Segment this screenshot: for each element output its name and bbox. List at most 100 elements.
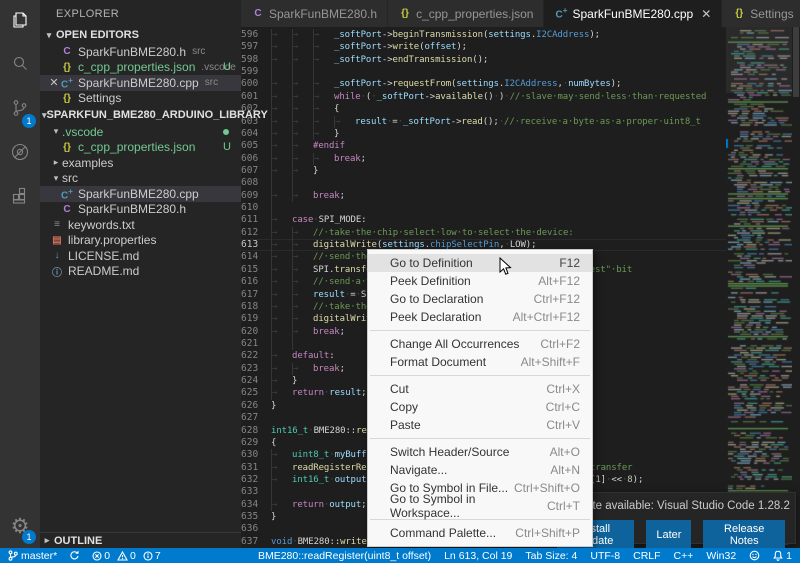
line-number: 631	[241, 462, 271, 474]
status-c[interactable]: C++	[674, 550, 694, 562]
tab-settings[interactable]: {}Settings	[722, 0, 800, 27]
later-button[interactable]: Later	[646, 520, 691, 550]
tab-whitespace: →	[271, 474, 292, 486]
status-branch[interactable]: master*	[8, 550, 57, 562]
status-bme280-readregister-uint8-t-offset[interactable]: BME280::readRegister(uint8_t offset)	[258, 550, 431, 562]
code-line-610[interactable]: 610→	[241, 202, 800, 214]
props-file-icon: ▤	[50, 235, 64, 246]
menu-item-format-document[interactable]: Format DocumentAlt+Shift+F	[368, 353, 592, 371]
code-line-611[interactable]: 611→case·SPI_MODE:	[241, 214, 800, 226]
code-line-607[interactable]: 607→→}	[241, 165, 800, 177]
menu-item-switch-header-source[interactable]: Switch Header/SourceAlt+O	[368, 443, 592, 461]
tab-sparkfunbme280-cpp[interactable]: C+SparkFunBME280.cpp✕	[544, 0, 722, 27]
open-editor-sparkfunbme280-h[interactable]: CSparkFunBME280.hsrc	[40, 44, 241, 60]
open-editor-sparkfunbme280-cpp[interactable]: ✕C+SparkFunBME280.cppsrc	[40, 75, 241, 91]
tree-item-readme-md[interactable]: ⓘREADME.md	[40, 264, 241, 280]
code-line-600[interactable]: 600→→→_softPort->requestFrom(settings.I2…	[241, 78, 800, 90]
tab-whitespace: →	[271, 66, 292, 78]
vertical-scrollbar[interactable]	[792, 27, 800, 548]
code-line-605[interactable]: 605→→#endif	[241, 140, 800, 152]
tab-whitespace: →	[271, 449, 292, 461]
tree-item-src[interactable]: ▾src	[40, 171, 241, 187]
code-line-612[interactable]: 612→→//·take·the·chip·select·low·to·sele…	[241, 227, 800, 239]
close-icon[interactable]: ✕	[701, 7, 711, 21]
cpp-file-icon: C+	[60, 76, 74, 90]
status-bell[interactable]: 1	[773, 550, 792, 562]
status-ln-613-col-19[interactable]: Ln 613, Col 19	[444, 550, 512, 562]
tree-item-sparkfunbme280-h[interactable]: CSparkFunBME280.h	[40, 202, 241, 218]
menu-item-go-to-declaration[interactable]: Go to DeclarationCtrl+F12	[368, 290, 592, 308]
menu-item-label: Format Document	[390, 355, 486, 369]
activity-extensions-icon[interactable]	[0, 176, 40, 220]
code-line-602[interactable]: 602→→→{	[241, 103, 800, 115]
menu-item-copy[interactable]: CopyCtrl+C	[368, 398, 592, 416]
menu-item-shortcut: F12	[559, 256, 580, 270]
tab-whitespace: →	[292, 177, 313, 189]
code-line-599[interactable]: 599→→→	[241, 66, 800, 78]
tab-whitespace: →	[271, 103, 292, 115]
tab-c-cpp-properties-json[interactable]: {}c_cpp_properties.json	[388, 0, 544, 27]
tab-whitespace: →	[292, 239, 313, 251]
menu-item-paste[interactable]: PasteCtrl+V	[368, 416, 592, 434]
minimap[interactable]	[726, 27, 792, 548]
minimap-viewport[interactable]	[726, 27, 792, 93]
tab-sparkfunbme280-h[interactable]: CSparkFunBME280.h	[241, 0, 388, 27]
context-menu: Go to DefinitionF12Peek DefinitionAlt+F1…	[367, 249, 593, 547]
code-line-603[interactable]: 603→→→→result·=·_softPort->read();·//·re…	[241, 116, 800, 128]
activity-debug-icon[interactable]	[0, 132, 40, 176]
status-tab-size-4[interactable]: Tab Size: 4	[525, 550, 577, 562]
code-line-606[interactable]: 606→→→break;	[241, 153, 800, 165]
scrollbar-slider[interactable]	[793, 27, 799, 97]
code-line-601[interactable]: 601→→→while·(·_softPort->available()·)·/…	[241, 91, 800, 103]
menu-item-label: Peek Declaration	[390, 310, 481, 324]
menu-item-go-to-definition[interactable]: Go to DefinitionF12	[368, 254, 592, 272]
search-icon	[9, 53, 31, 80]
open-editor-desc: src	[205, 77, 218, 88]
open-editor-settings[interactable]: {}Settings	[40, 91, 241, 107]
cpp-file-icon: C+	[554, 6, 568, 20]
release-notes-button[interactable]: Release Notes	[703, 520, 785, 550]
sync-icon	[69, 550, 80, 561]
tree-item-vscode[interactable]: ▾.vscode	[40, 124, 241, 140]
line-number: 605	[241, 140, 271, 152]
close-icon[interactable]: ✕	[48, 76, 60, 89]
menu-item-peek-declaration[interactable]: Peek DeclarationAlt+Ctrl+F12	[368, 308, 592, 326]
open-editor-c-cpp-properties-json[interactable]: {}c_cpp_properties.json.vscodeU	[40, 60, 241, 76]
code-line-598[interactable]: 598→→→_softPort->endTransmission();	[241, 54, 800, 66]
activity-gear-icon[interactable]: ⚙1	[0, 504, 40, 548]
project-header[interactable]: ▾ SPARKFUN_BME280_ARDUINO_LIBRARY	[40, 106, 241, 124]
status-win32[interactable]: Win32	[706, 550, 736, 562]
menu-item-cut[interactable]: CutCtrl+X	[368, 380, 592, 398]
menu-item-go-to-symbol-in-workspace[interactable]: Go to Symbol in Workspace...Ctrl+T	[368, 497, 592, 515]
status-crlf[interactable]: CRLF	[633, 550, 660, 562]
menu-item-change-all-occurrences[interactable]: Change All OccurrencesCtrl+F2	[368, 335, 592, 353]
status-utf-8[interactable]: UTF-8	[590, 550, 620, 562]
tree-item-examples[interactable]: ▸examples	[40, 155, 241, 171]
code-line-608[interactable]: 608→→	[241, 177, 800, 189]
activity-search-icon[interactable]	[0, 44, 40, 88]
outline-section-header[interactable]: ▸ OUTLINE	[40, 532, 241, 548]
close-icon[interactable]: ✕	[790, 499, 795, 513]
tree-item-license-md[interactable]: ↓LICENSE.md	[40, 248, 241, 264]
menu-separator	[370, 330, 590, 331]
code-line-604[interactable]: 604→→→}	[241, 128, 800, 140]
tree-item-sparkfunbme280-cpp[interactable]: C+SparkFunBME280.cpp	[40, 186, 241, 202]
status-problems[interactable]: 007	[92, 550, 166, 562]
code-line-609[interactable]: 609→→break;	[241, 190, 800, 202]
activity-files-icon[interactable]	[0, 0, 40, 44]
status-feedback[interactable]	[749, 550, 760, 561]
menu-item-label: Copy	[390, 400, 418, 414]
tab-whitespace: →	[292, 54, 313, 66]
tree-item-keywords-txt[interactable]: ≡keywords.txt	[40, 217, 241, 233]
menu-item-navigate[interactable]: Navigate...Alt+N	[368, 461, 592, 479]
menu-item-peek-definition[interactable]: Peek DefinitionAlt+F12	[368, 272, 592, 290]
menu-item-command-palette[interactable]: Command Palette...Ctrl+Shift+P	[368, 524, 592, 542]
code-line-596[interactable]: 596→→→_softPort->beginTransmission(setti…	[241, 29, 800, 41]
tree-item-c-cpp-properties-json[interactable]: {}c_cpp_properties.jsonU	[40, 140, 241, 156]
activity-source-control-icon[interactable]: 1	[0, 88, 40, 132]
code-line-597[interactable]: 597→→→_softPort->write(offset);	[241, 41, 800, 53]
open-editors-header[interactable]: ▾ OPEN EDITORS	[40, 26, 241, 44]
status-sync[interactable]	[69, 550, 80, 561]
tab-whitespace: →	[313, 78, 334, 90]
tree-item-library-properties[interactable]: ▤library.properties	[40, 233, 241, 249]
